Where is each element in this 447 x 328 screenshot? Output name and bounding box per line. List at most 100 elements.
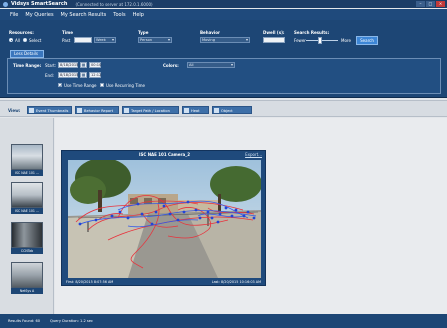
app-logo-icon — [3, 1, 8, 7]
use-time-range-label: Use Time Range — [64, 83, 97, 88]
results-slider-knob[interactable] — [318, 37, 322, 44]
menu-bar: File My Queries My Search Results Tools … — [0, 9, 447, 20]
target-path-overlay — [68, 160, 261, 278]
menu-file[interactable]: File — [10, 12, 18, 18]
time-unit-dropdown[interactable]: Week ▾ — [94, 37, 116, 43]
view-button-label: Target Path / Location — [131, 109, 170, 113]
resources-select-label: Select — [29, 38, 42, 43]
camera-preview-image — [11, 222, 43, 248]
view-icon — [184, 108, 189, 113]
menu-help[interactable]: Help — [133, 12, 144, 18]
chevron-down-icon: ▾ — [245, 37, 248, 42]
view-object-summary-button[interactable]: Object Summary — [212, 106, 252, 121]
colors-dropdown[interactable]: All ▾ — [187, 62, 235, 68]
menu-my-search-results[interactable]: My Search Results — [61, 12, 107, 18]
resources-all-radio[interactable] — [9, 38, 13, 42]
camera-thumbnail[interactable]: CCNTab — [11, 222, 43, 254]
camera-caption: ISC NAE 101 ... — [11, 170, 43, 176]
chevron-down-icon: ▾ — [111, 37, 114, 42]
time-unit-value: Week — [96, 38, 106, 42]
camera-preview-image — [11, 182, 43, 208]
calendar-icon[interactable]: ▦ — [80, 62, 87, 68]
calendar-icon[interactable]: ▦ — [80, 72, 87, 78]
use-recurring-label: Use Recurring Time — [106, 83, 146, 88]
less-details-tab[interactable]: Less Details — [10, 50, 44, 58]
video-player: ISC NAE 101 Camera_2 Export... First: 8/… — [61, 150, 266, 286]
colors-value: All — [189, 63, 194, 67]
time-range-label: Time Range: — [13, 63, 42, 68]
fewer-label: Fewer — [294, 38, 306, 43]
time-range-panel: Time Range: Start: 8/18/2015 ▦ 00:10 End… — [7, 58, 441, 94]
dwell-input[interactable] — [263, 37, 285, 43]
start-date-input[interactable]: 8/18/2015 — [58, 62, 78, 68]
resources-label: Resources: — [9, 30, 34, 35]
status-bar: Results Found: 60 Query Duration: 1.2 se… — [0, 314, 447, 328]
camera-caption: ISC NAE 101 ... — [11, 208, 43, 214]
type-label: Type — [138, 30, 149, 35]
time-label: Time — [62, 30, 73, 35]
view-heat-map-button[interactable]: Heat Map — [182, 106, 209, 121]
view-icon — [77, 108, 82, 113]
view-icon — [214, 108, 219, 113]
close-icon[interactable]: × — [436, 1, 445, 7]
start-label: Start: — [45, 63, 57, 68]
export-link[interactable]: Export... — [245, 152, 262, 157]
colors-label: Colors: — [163, 63, 179, 68]
results-view: ISC NAE 101 Camera_2 Export... First: 8/… — [55, 118, 447, 314]
window-controls: – □ × — [416, 1, 445, 7]
camera-thumbnail[interactable]: ISC NAE 101 ... — [11, 144, 43, 176]
menu-my-queries[interactable]: My Queries — [25, 12, 53, 18]
view-button-label: Behavior Report — [84, 109, 114, 113]
camera-thumbnail[interactable]: NetSys A — [11, 262, 43, 294]
behavior-value: Moving — [202, 38, 215, 42]
use-recurring-checkbox[interactable] — [100, 83, 104, 87]
type-dropdown[interactable]: Person ▾ — [138, 37, 172, 43]
view-icon — [124, 108, 129, 113]
dwell-label: Dwell (s): — [263, 30, 285, 35]
view-button-label: Event Thumbnails — [36, 109, 69, 113]
last-timestamp: Last: 8/20/2015 10:16:03 AM — [211, 280, 261, 284]
chevron-down-icon: ▾ — [167, 37, 170, 42]
video-frame[interactable] — [68, 160, 261, 278]
camera-caption: CCNTab — [11, 248, 43, 254]
resources-select-radio[interactable] — [23, 38, 27, 42]
first-timestamp: First: 8/20/2015 8:07:56 AM — [66, 280, 114, 284]
behavior-label: Behavior — [200, 30, 221, 35]
type-value: Person — [140, 38, 153, 42]
view-behavior-report-button[interactable]: Behavior Report — [75, 106, 119, 114]
minimize-icon[interactable]: – — [416, 1, 425, 7]
search-panel: Resources: All Select Time Past Week ▾ Ty… — [0, 20, 447, 98]
camera-thumbnail[interactable]: ISC NAE 101 ... — [11, 182, 43, 214]
end-label: End: — [45, 73, 54, 78]
view-icon — [29, 108, 34, 113]
connection-status: (Connected to server at 172.0.1.6000) — [75, 1, 153, 7]
maximize-icon[interactable]: □ — [426, 1, 435, 7]
camera-caption: NetSys A — [11, 288, 43, 294]
view-event-thumbnails-button[interactable]: Event Thumbnails — [27, 106, 72, 114]
menu-tools[interactable]: Tools — [113, 12, 125, 18]
search-results-label: Search Results: — [294, 30, 330, 35]
time-amount-input[interactable] — [74, 37, 92, 43]
search-button[interactable]: Search — [356, 36, 378, 45]
camera-list: ISC NAE 101 ... ISC NAE 101 ... CCNTab N… — [0, 118, 54, 314]
app-title: Vidsys SmartSearch — [11, 1, 68, 7]
view-target-path-button[interactable]: Target Path / Location — [122, 106, 179, 114]
end-time-input[interactable]: 12:12 — [89, 72, 101, 78]
view-label: View: — [8, 108, 21, 113]
chevron-down-icon: ▾ — [230, 62, 233, 67]
window-titlebar: Vidsys SmartSearch (Connected to server … — [0, 0, 447, 8]
start-time-input[interactable]: 00:10 — [89, 62, 101, 68]
end-date-input[interactable]: 8/18/2015 — [58, 72, 78, 78]
results-found: Results Found: 60 — [8, 319, 41, 323]
query-duration: Query Duration: 1.2 sec — [50, 319, 93, 323]
camera-preview-image — [11, 144, 43, 170]
use-time-range-checkbox[interactable] — [58, 83, 62, 88]
view-toolbar: View: Event Thumbnails Behavior Report T… — [0, 100, 447, 121]
resources-all-label: All — [15, 38, 20, 43]
behavior-dropdown[interactable]: Moving ▾ — [200, 37, 250, 43]
camera-preview-image — [11, 262, 43, 288]
results-slider-track[interactable] — [306, 40, 338, 41]
time-past-label: Past — [62, 38, 71, 43]
more-label: More — [341, 38, 351, 43]
camera-title: ISC NAE 101 Camera_2 — [139, 152, 190, 157]
